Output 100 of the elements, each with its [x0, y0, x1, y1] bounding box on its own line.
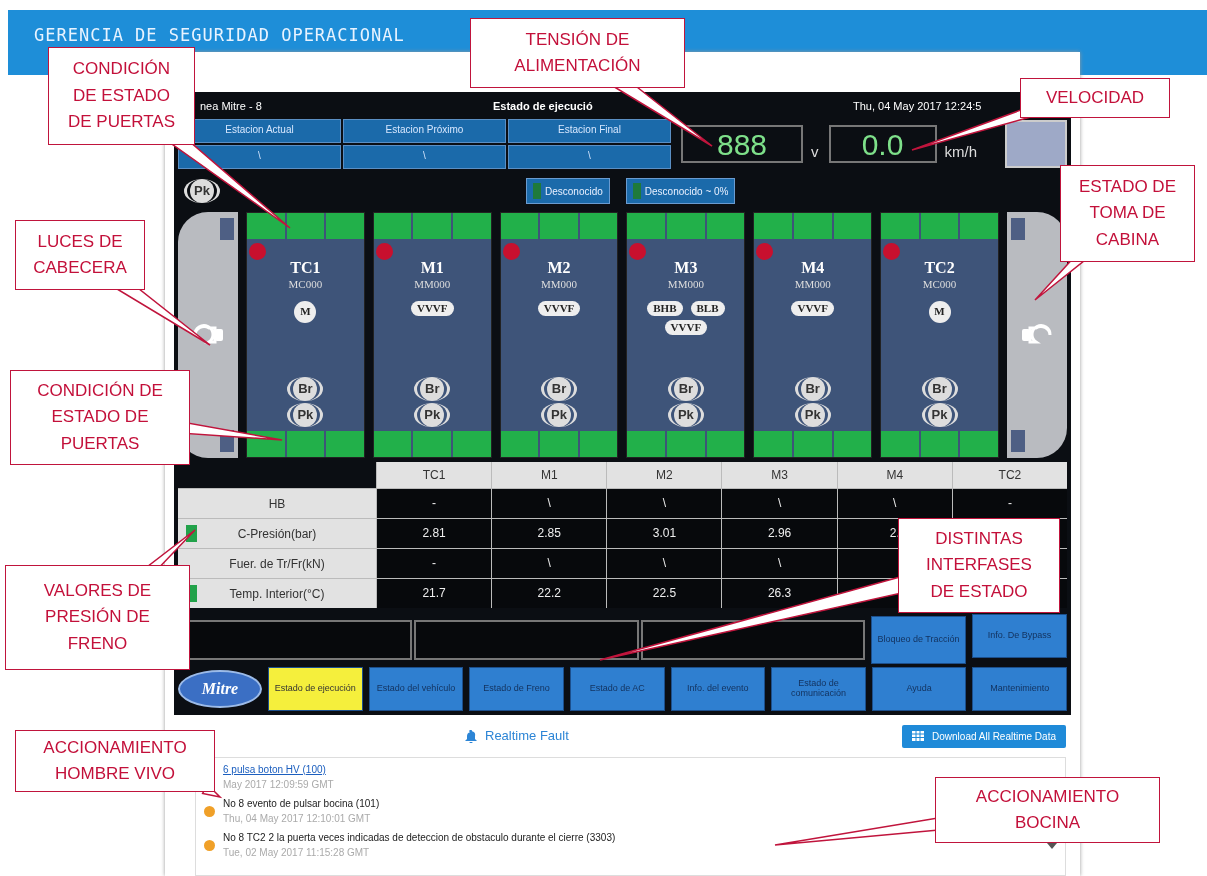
unit-label: v: [811, 141, 819, 162]
table-cell: 2.96: [722, 519, 837, 548]
table-icon: [912, 731, 925, 741]
door-indicator: [960, 431, 998, 457]
fault-text: No 8 TC2 2 la puerta veces indicadas de deteccion de obstaculo durante el cierre (3303): [223, 831, 616, 845]
car-code: MM000: [414, 277, 451, 292]
door-indicator: [373, 431, 412, 457]
row-label: HB: [268, 495, 286, 513]
door-indicator: [793, 431, 832, 457]
train-line-label: nea Mitre - 8: [199, 99, 263, 114]
page-title: GERENCIA DE SEGURIDAD OPERACIONAL: [34, 25, 405, 45]
logo: Mitre: [178, 670, 262, 708]
row-label: Temp. Interior(°C): [229, 585, 325, 603]
nav-tab[interactable]: Estado de comunicación: [771, 667, 866, 711]
fault-link[interactable]: 6 pulsa boton HV (100): [223, 762, 334, 777]
status-chip: Desconocido: [526, 178, 610, 204]
speed-display: 0.0: [828, 125, 937, 163]
callout-label: ACCIONAMIENTO HOMBRE VIVO: [15, 730, 215, 792]
table-cell: 22.5: [607, 579, 722, 608]
car-code: MM000: [794, 277, 831, 292]
callout-label: TENSIÓN DE ALIMENTACIÓN: [470, 18, 685, 88]
door-indicator: [833, 431, 872, 457]
callout-label: DISTINTAS INTERFASES DE ESTADO: [898, 518, 1060, 613]
callout-label: VELOCIDAD: [1020, 78, 1170, 118]
cab-window: [1010, 430, 1025, 452]
fault-time: Tue, 02 May 2017 11:15:28 GMT: [223, 846, 371, 860]
door-indicator: [453, 213, 491, 239]
door-indicator: [920, 213, 959, 239]
door-indicator: [833, 213, 872, 239]
nav-tab[interactable]: Estado de ejecución: [268, 667, 363, 711]
column-header: TC1: [377, 462, 492, 488]
door-indicator: [579, 213, 618, 239]
door-indicator: [793, 213, 832, 239]
door-indicator: [413, 431, 452, 457]
screen-title: Estado de ejecució: [493, 99, 594, 114]
nav-tab[interactable]: Estado de Freno: [469, 667, 564, 711]
table-cell: \: [607, 489, 722, 518]
table-cell: \: [492, 549, 607, 578]
section-title-text: Realtime Fault: [485, 727, 569, 746]
door-indicator: [286, 213, 325, 239]
door-indicator: [667, 431, 705, 457]
car-name: M2: [547, 260, 571, 276]
table-cell: \: [722, 489, 837, 518]
table-cell: \: [607, 549, 722, 578]
car-name: M1: [420, 260, 444, 276]
nav-tab[interactable]: Ayuda: [871, 667, 967, 711]
nav-tab[interactable]: Estado del vehículo: [368, 667, 464, 711]
nav-tab[interactable]: Info. del evento: [670, 667, 766, 711]
equipment-badge: BLB: [690, 300, 725, 316]
row-label: C-Presión(bar): [237, 525, 317, 543]
unit-label: km/h: [944, 141, 977, 162]
door-indicator: [754, 431, 792, 457]
station-header: Estacion Final: [508, 119, 671, 143]
table-cell: 22.2: [492, 579, 607, 608]
equipment-badge: BHB: [647, 300, 683, 316]
door-indicator: [706, 213, 745, 239]
row-label: Fuer. de Tr/Fr(kN): [229, 555, 325, 573]
car-code: MM000: [541, 277, 578, 292]
station-header: Estacion Próximo: [343, 119, 506, 143]
callout-label: LUCES DE CABECERA: [15, 220, 145, 290]
door-indicator: [579, 431, 618, 457]
car-code: MC000: [288, 277, 323, 292]
car-name: M4: [801, 260, 825, 276]
column-header: TC2: [952, 462, 1067, 488]
table-cell: -: [377, 489, 492, 518]
door-indicator: [627, 213, 666, 239]
indicator-panel: [1005, 120, 1067, 168]
door-indicator: [706, 431, 745, 457]
nav-tab[interactable]: Estado de AC: [569, 667, 665, 711]
equipment-badge: VVVF: [791, 300, 834, 316]
door-indicator: [881, 213, 919, 239]
table-cell: 21.7: [377, 579, 492, 608]
bell-icon: [465, 729, 477, 743]
nav-tab[interactable]: Mantenimiento: [972, 667, 1067, 711]
car-code: MM000: [667, 277, 704, 292]
door-indicator: [500, 431, 539, 457]
door-indicator: [881, 431, 919, 457]
side-button[interactable]: Info. De Bypass: [972, 614, 1067, 658]
download-button[interactable]: Download All Realtime Data: [902, 724, 1066, 748]
table-cell: -: [952, 489, 1067, 518]
fault-text: No 8 evento de pulsar bocina (101): [223, 797, 380, 811]
equipment-badge: M: [294, 300, 317, 323]
door-indicator: [247, 213, 285, 239]
door-indicator: [667, 213, 705, 239]
door-indicator: [413, 213, 452, 239]
voltage-display: 888: [681, 125, 803, 163]
table-cell: \: [492, 489, 607, 518]
side-button[interactable]: Bloqueo de Tracción: [871, 616, 966, 664]
date-time: Thu, 04 May 2017 12:24:5: [853, 99, 982, 114]
door-indicator: [540, 213, 578, 239]
door-indicator: [960, 213, 998, 239]
door-indicator: [286, 431, 325, 457]
table-cell: 3.01: [607, 519, 722, 548]
fault-time: May 2017 12:09:59 GMT: [223, 778, 334, 792]
equipment-badge: VVVF: [537, 300, 581, 316]
equipment-badge: VVVF: [664, 319, 708, 335]
door-indicator: [373, 213, 412, 239]
column-header: M3: [722, 462, 837, 488]
column-header: M1: [492, 462, 607, 488]
door-indicator: [920, 431, 959, 457]
